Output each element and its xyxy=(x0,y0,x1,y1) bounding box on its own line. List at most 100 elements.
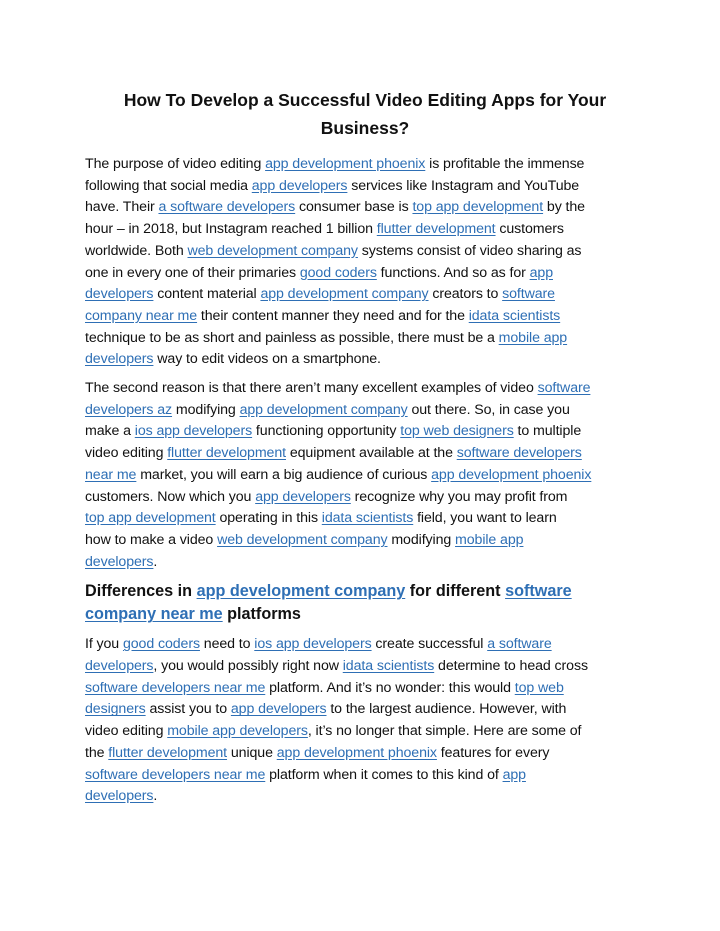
body-text: functions. And so as for xyxy=(376,264,530,281)
inline-link[interactable]: ios app developers xyxy=(135,423,252,439)
body-text: modifying xyxy=(172,401,240,418)
body-text: following that social media xyxy=(85,177,252,194)
title-line-1: How To Develop a Successful Video Editin… xyxy=(123,90,607,110)
inline-link[interactable]: mobile app xyxy=(499,330,568,346)
body-text: customers. Now which you xyxy=(85,488,256,505)
inline-link[interactable]: app developers xyxy=(255,489,351,505)
body-text: create successful xyxy=(371,636,488,653)
body-text: consumer base is xyxy=(295,199,413,216)
inline-link[interactable]: flutter development xyxy=(108,745,227,761)
inline-link[interactable]: a software xyxy=(487,636,552,652)
body-text: functioning opportunity xyxy=(252,423,401,440)
inline-link[interactable]: software xyxy=(502,286,555,302)
inline-link[interactable]: developers az xyxy=(85,402,172,418)
inline-link[interactable]: app development phoenix xyxy=(265,156,425,172)
inline-link[interactable]: good coders xyxy=(123,636,200,652)
inline-link[interactable]: app xyxy=(530,265,553,281)
body-text: customers xyxy=(495,221,564,238)
inline-link[interactable]: company near me xyxy=(85,605,223,623)
body-text: by the xyxy=(543,199,585,216)
body-text: video editing xyxy=(85,723,168,740)
inline-link[interactable]: developers xyxy=(85,788,154,804)
body-text: to the largest audience. However, with xyxy=(326,701,567,718)
inline-link[interactable]: mobile app developers xyxy=(167,723,308,739)
inline-link[interactable]: top web designers xyxy=(400,423,514,439)
paragraph-intro: The purpose of video editing app develop… xyxy=(85,154,645,371)
body-text: assist you to xyxy=(145,701,231,718)
inline-link[interactable]: developers xyxy=(85,286,154,302)
body-text: , you would possibly right now xyxy=(153,658,343,675)
inline-link[interactable]: top app development xyxy=(85,510,216,526)
body-text: platform when it comes to this kind of xyxy=(265,766,503,783)
body-text: recognize why you may profit from xyxy=(350,488,568,505)
body-text: unique xyxy=(227,744,277,761)
body-text: need to xyxy=(199,636,255,653)
body-text: creators to xyxy=(428,286,503,303)
inline-link[interactable]: developers xyxy=(85,351,154,367)
inline-link[interactable]: app development company xyxy=(240,402,408,418)
inline-link[interactable]: software xyxy=(538,380,591,396)
body-text: is profitable the immense xyxy=(425,156,585,172)
inline-link[interactable]: app xyxy=(503,767,526,783)
body-text: video editing xyxy=(85,445,168,462)
inline-link[interactable]: mobile app xyxy=(455,532,524,548)
inline-link[interactable]: developers xyxy=(85,658,154,674)
body-text: field, you want to learn xyxy=(413,510,557,527)
paragraph-platforms: If you good coders need to ios app devel… xyxy=(85,634,645,808)
inline-link[interactable]: app developers xyxy=(231,701,327,717)
inline-link[interactable]: app development phoenix xyxy=(277,745,437,761)
inline-link[interactable]: idata scientists xyxy=(343,658,435,674)
inline-link[interactable]: developers xyxy=(85,554,154,570)
inline-link[interactable]: software developers near me xyxy=(85,767,265,783)
section-heading-differences: Differences in app development company f… xyxy=(85,580,645,626)
inline-link[interactable]: a software developers xyxy=(158,199,295,215)
body-text: technique to be as short and painless as… xyxy=(85,329,499,346)
inline-link[interactable]: software xyxy=(505,582,572,600)
inline-link[interactable]: idata scientists xyxy=(469,308,561,324)
body-text: market, you will earn a big audience of … xyxy=(136,466,432,483)
body-text: platforms xyxy=(222,605,301,624)
inline-link[interactable]: software developers xyxy=(457,445,582,461)
body-text: The purpose of video editing xyxy=(85,156,266,172)
body-text: have. Their xyxy=(85,199,159,216)
body-text: modifying xyxy=(387,531,456,548)
page-title: How To Develop a Successful Video Editin… xyxy=(85,86,645,142)
document-page: How To Develop a Successful Video Editin… xyxy=(85,86,645,815)
inline-link[interactable]: web development company xyxy=(188,243,359,259)
inline-link[interactable]: near me xyxy=(85,467,136,483)
inline-link[interactable]: app development company xyxy=(260,286,428,302)
inline-link[interactable]: good coders xyxy=(300,265,377,281)
body-text: content material xyxy=(153,286,261,303)
body-text: If you xyxy=(85,636,123,653)
body-text: platform. And it’s no wonder: this would xyxy=(265,679,515,696)
inline-link[interactable]: web development company xyxy=(217,532,388,548)
inline-link[interactable]: app developers xyxy=(252,178,348,194)
inline-link[interactable]: app development company xyxy=(197,582,406,600)
inline-link[interactable]: flutter development xyxy=(377,221,496,237)
body-text: to multiple xyxy=(513,423,582,440)
body-text: one in every one of their primaries xyxy=(85,264,300,281)
title-line-2: Business? xyxy=(320,118,410,138)
body-text: out there. So, in case you xyxy=(407,401,570,418)
body-text: worldwide. Both xyxy=(85,242,188,259)
body-text: make a xyxy=(85,423,135,440)
paragraph-second-reason: The second reason is that there aren’t m… xyxy=(85,378,645,573)
body-text: operating in this xyxy=(215,510,322,527)
body-text: services like Instagram and YouTube xyxy=(347,177,580,194)
inline-link[interactable]: flutter development xyxy=(167,445,286,461)
inline-link[interactable]: app development phoenix xyxy=(431,467,591,483)
inline-link[interactable]: ios app developers xyxy=(254,636,371,652)
body-text: , it’s no longer that simple. Here are s… xyxy=(307,723,582,740)
body-text: their content manner they need and for t… xyxy=(197,307,469,324)
body-text: The second reason is that there aren’t m… xyxy=(85,380,538,397)
inline-link[interactable]: software developers near me xyxy=(85,680,265,696)
inline-link[interactable]: designers xyxy=(85,701,146,717)
inline-link[interactable]: top app development xyxy=(412,199,543,215)
body-text: how to make a video xyxy=(85,531,218,548)
inline-link[interactable]: top web xyxy=(515,680,564,696)
inline-link[interactable]: company near me xyxy=(85,308,197,324)
body-text: . xyxy=(153,788,158,805)
body-text: . xyxy=(153,553,158,570)
body-text: hour – in 2018, but Instagram reached 1 … xyxy=(85,221,377,238)
inline-link[interactable]: idata scientists xyxy=(322,510,414,526)
